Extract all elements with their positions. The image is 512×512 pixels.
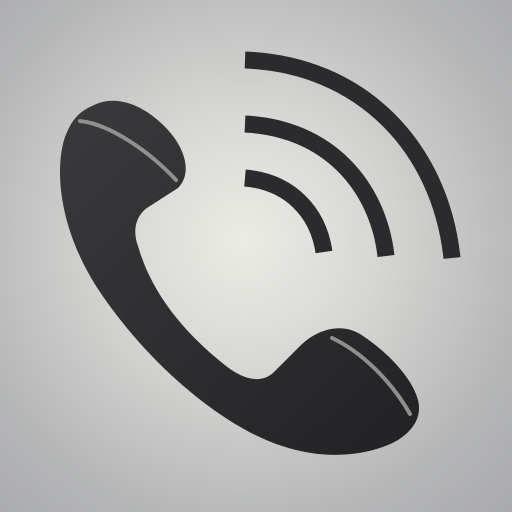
app-icon-background bbox=[0, 0, 512, 512]
phone-handset-icon bbox=[59, 100, 420, 455]
signal-wave-small bbox=[243, 169, 333, 254]
phone-call-icon bbox=[59, 51, 461, 455]
